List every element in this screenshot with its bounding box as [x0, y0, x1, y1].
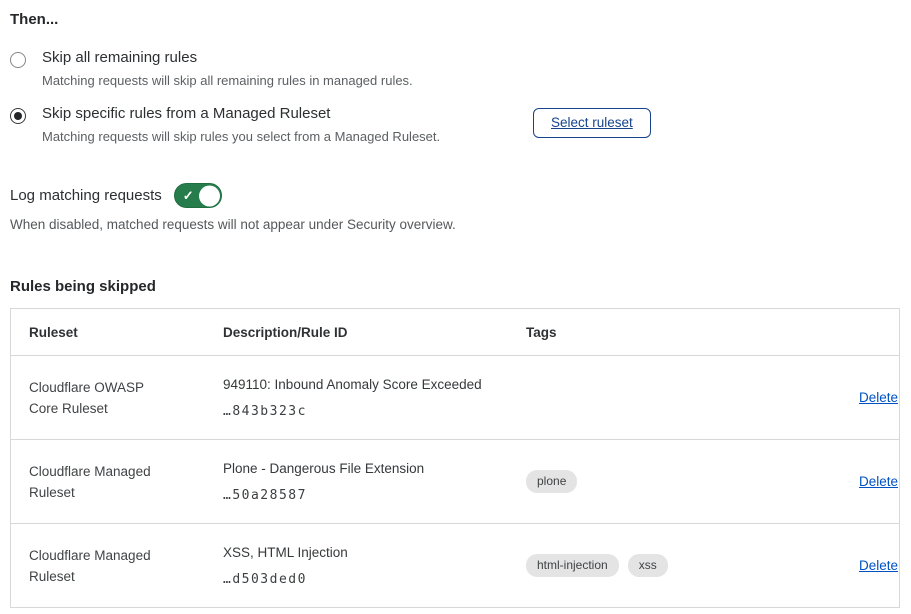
- radio-skip-specific-rules[interactable]: [10, 108, 26, 124]
- rule-description: Plone - Dangerous File Extension: [223, 460, 510, 477]
- log-matching-requests-toggle[interactable]: ✓: [174, 183, 222, 208]
- option-description-skip-all: Matching requests will skip all remainin…: [42, 73, 413, 88]
- toggle-knob: [199, 185, 220, 206]
- table-header-row: Ruleset Description/Rule ID Tags: [11, 309, 899, 355]
- row-tags-cell: html-injection xss: [526, 554, 859, 577]
- option-skip-specific-rules: Skip specific rules from a Managed Rules…: [10, 105, 901, 144]
- delete-rule-link[interactable]: Delete: [859, 474, 898, 489]
- log-matching-requests-description: When disabled, matched requests will not…: [10, 217, 901, 232]
- row-description-cell: XSS, HTML Injection …d503ded0: [223, 544, 526, 587]
- tag-badge: xss: [628, 554, 668, 577]
- delete-rule-link[interactable]: Delete: [859, 390, 898, 405]
- radio-skip-all-remaining-rules[interactable]: [10, 52, 26, 68]
- delete-rule-link[interactable]: Delete: [859, 558, 898, 573]
- option-label-skip-all[interactable]: Skip all remaining rules: [42, 49, 413, 66]
- rule-id: …50a28587: [223, 488, 510, 503]
- then-section-title: Then...: [10, 11, 901, 28]
- row-description-cell: Plone - Dangerous File Extension …50a285…: [223, 460, 526, 503]
- option-description-skip-specific: Matching requests will skip rules you se…: [42, 129, 520, 144]
- rule-id: …843b323c: [223, 404, 510, 419]
- row-actions-cell: Delete: [859, 557, 911, 575]
- table-row: Cloudflare OWASP Core Ruleset 949110: In…: [11, 355, 899, 439]
- row-actions-cell: Delete: [859, 389, 911, 407]
- column-header-ruleset: Ruleset: [11, 325, 223, 340]
- row-description-cell: 949110: Inbound Anomaly Score Exceeded ……: [223, 376, 526, 419]
- rule-description: XSS, HTML Injection: [223, 544, 510, 561]
- rules-being-skipped-title: Rules being skipped: [10, 278, 901, 295]
- rule-id: …d503ded0: [223, 572, 510, 587]
- column-header-description-rule-id: Description/Rule ID: [223, 325, 526, 340]
- table-row: Cloudflare Managed Ruleset XSS, HTML Inj…: [11, 523, 899, 607]
- option-body: Skip all remaining rules Matching reques…: [42, 49, 413, 88]
- rule-description: 949110: Inbound Anomaly Score Exceeded: [223, 376, 510, 393]
- column-header-tags: Tags: [526, 325, 859, 340]
- row-ruleset-name: Cloudflare OWASP Core Ruleset: [11, 377, 179, 419]
- row-ruleset-name: Cloudflare Managed Ruleset: [11, 461, 179, 503]
- option-skip-all-remaining-rules: Skip all remaining rules Matching reques…: [10, 49, 901, 88]
- row-ruleset-name: Cloudflare Managed Ruleset: [11, 545, 179, 587]
- table-row: Cloudflare Managed Ruleset Plone - Dange…: [11, 439, 899, 523]
- log-matching-requests-label: Log matching requests: [10, 187, 162, 204]
- waf-skip-rule-panel: Then... Skip all remaining rules Matchin…: [0, 0, 911, 608]
- row-actions-cell: Delete: [859, 473, 911, 491]
- option-label-skip-specific[interactable]: Skip specific rules from a Managed Rules…: [42, 105, 520, 122]
- tag-badge: plone: [526, 470, 577, 493]
- row-tags-cell: plone: [526, 470, 859, 493]
- checkmark-icon: ✓: [183, 189, 194, 202]
- rules-being-skipped-table: Ruleset Description/Rule ID Tags Cloudfl…: [10, 308, 900, 608]
- select-ruleset-button[interactable]: Select ruleset: [533, 108, 651, 138]
- log-matching-requests-row: Log matching requests ✓: [10, 183, 901, 208]
- tag-badge: html-injection: [526, 554, 619, 577]
- option-body: Skip specific rules from a Managed Rules…: [42, 105, 520, 144]
